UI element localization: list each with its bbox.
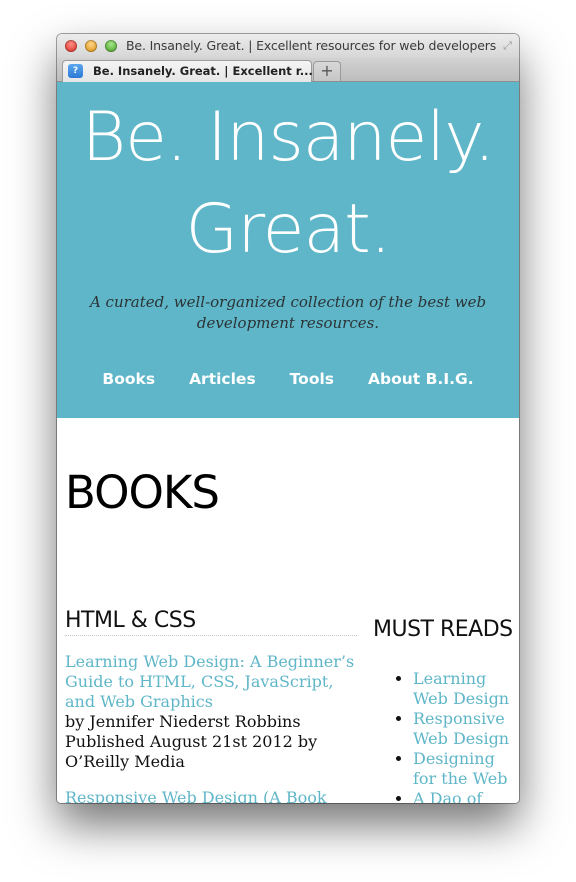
site-header: Be. Insanely. Great. A curated, well-org… (57, 82, 519, 418)
must-read-link[interactable]: Designing for the Web (413, 749, 507, 788)
list-item: Responsive Web Design (413, 709, 519, 749)
book-author: by Jennifer Niederst Robbins (65, 712, 301, 731)
tab-bar: ? Be. Insanely. Great. | Excellent r... … (57, 58, 519, 82)
tab-label: Be. Insanely. Great. | Excellent r... (93, 64, 313, 78)
must-read-link[interactable]: A Dao of Web Design (413, 789, 509, 803)
nav-about[interactable]: About B.I.G. (368, 370, 474, 388)
list-item: Designing for the Web (413, 749, 519, 789)
book-entry: Responsive Web Design (A Book Apart #4) … (65, 788, 357, 803)
book-title-link[interactable]: Learning Web Design: A Beginner’s Guide … (65, 652, 357, 712)
minimize-window-button[interactable] (85, 40, 97, 52)
book-published: Published August 21st 2012 by O’Reilly M… (65, 732, 318, 771)
book-entry: Learning Web Design: A Beginner’s Guide … (65, 652, 357, 772)
new-tab-button[interactable]: + (313, 61, 341, 81)
page-content: BOOKS HTML & CSS Learning Web Design: A … (57, 466, 519, 803)
page-viewport: Be. Insanely. Great. A curated, well-org… (57, 82, 519, 803)
must-read-link[interactable]: Learning Web Design (413, 669, 509, 708)
site-title: Be. Insanely. Great. (57, 92, 519, 276)
must-reads-list: Learning Web Design Responsive Web Desig… (373, 669, 519, 803)
window-title: Be. Insanely. Great. | Excellent resourc… (126, 38, 497, 53)
list-item: Learning Web Design (413, 669, 519, 709)
title-bar: Be. Insanely. Great. | Excellent resourc… (57, 34, 519, 58)
site-title-line-1: Be. Insanely. (81, 98, 496, 177)
nav-tools[interactable]: Tools (290, 370, 334, 388)
must-reads-sidebar: MUST READS Learning Web Design Responsiv… (373, 613, 519, 803)
favicon-icon: ? (68, 64, 83, 78)
browser-window: Be. Insanely. Great. | Excellent resourc… (57, 34, 519, 803)
nav-books[interactable]: Books (102, 370, 155, 388)
fullscreen-icon[interactable]: ⤢ (501, 39, 514, 52)
page-heading: BOOKS (65, 466, 220, 519)
section-heading: HTML & CSS (65, 608, 357, 636)
tab-active[interactable]: ? Be. Insanely. Great. | Excellent r... (62, 60, 313, 82)
list-item: A Dao of Web Design (413, 789, 519, 803)
site-tagline: A curated, well-organized collection of … (89, 293, 487, 332)
main-column: HTML & CSS Learning Web Design: A Beginn… (65, 608, 357, 803)
main-nav: Books Articles Tools About B.I.G. (57, 370, 519, 388)
book-title-link[interactable]: Responsive Web Design (A Book Apart #4) (65, 788, 357, 803)
sidebar-heading-text: MUST READS (373, 617, 513, 642)
nav-articles[interactable]: Articles (189, 370, 256, 388)
must-read-link[interactable]: Responsive Web Design (413, 709, 509, 748)
site-title-line-2: Great. (185, 190, 392, 269)
close-window-button[interactable] (65, 40, 77, 52)
sidebar-heading: MUST READS (373, 613, 519, 647)
zoom-window-button[interactable] (105, 40, 117, 52)
